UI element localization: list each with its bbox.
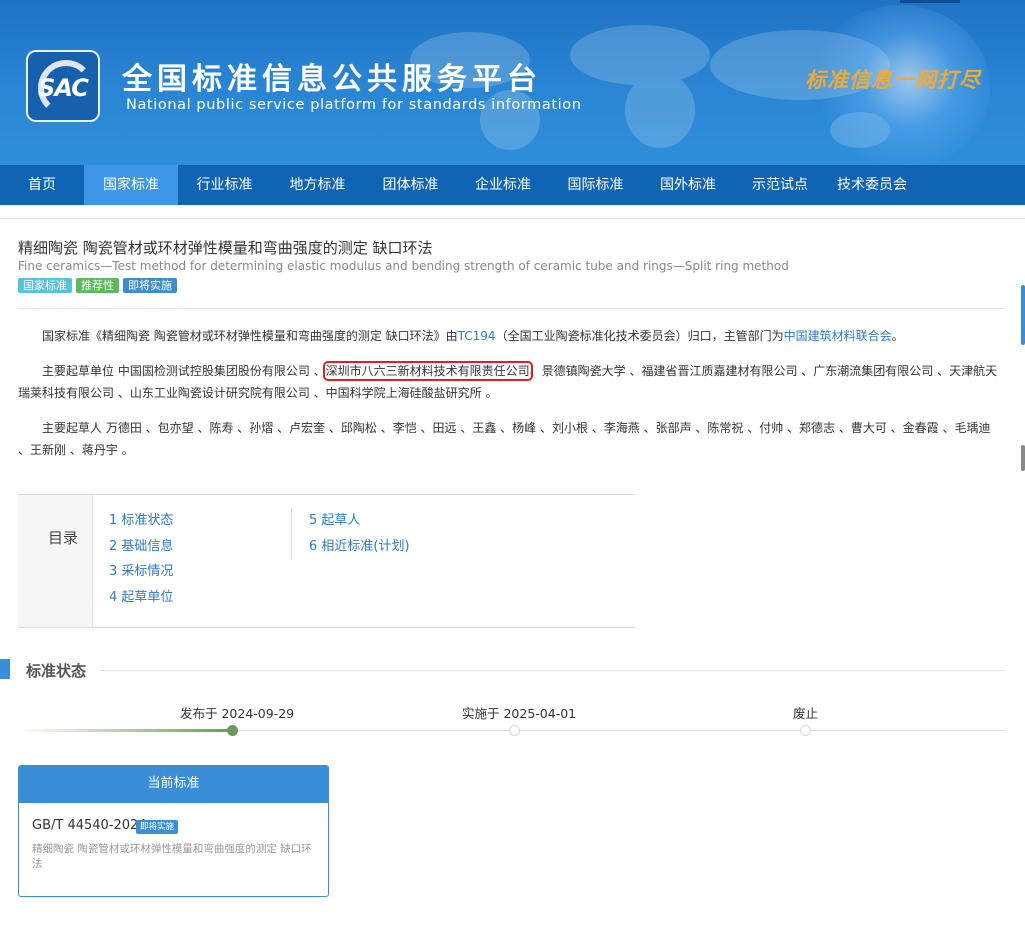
nav-local-standards[interactable]: 地方标准 [271,165,364,205]
nav-demo-pilot[interactable]: 示范试点 [734,165,826,205]
nav-technical-committee[interactable]: 技术委员会 [826,165,918,205]
standard-code[interactable]: GB/T 44540-2024 [32,818,147,833]
status-badge: 即将实施 [136,820,179,834]
site-name-cn: 全国标准信息公共服务平台 [122,62,542,97]
drafting-units-prefix: 主要起草单位 中国国检测试控股集团股份有限公司 、 [42,364,326,378]
sac-logo[interactable]: SAC [26,50,100,122]
tag-national-standard: 国家标准 [18,278,72,293]
section-marker [0,659,10,679]
intro-paragraph-drafting-units: 主要起草单位 中国国检测试控股集团股份有限公司 、深圳市八六三新材料技术有限责任… [18,360,1002,404]
card-header: 当前标准 [19,766,328,803]
toc-item-basic-info[interactable]: 2 基础信息 [109,534,173,560]
committee-link-tc194[interactable]: TC194 [458,329,496,343]
tag-recommended: 推荐性 [76,278,119,293]
timeline-effective-label: 实施于 2025-04-01 [462,706,577,721]
standard-title-cn: 精细陶瓷 陶瓷管材或环材弹性模量和弯曲强度的测定 缺口环法 [18,239,433,257]
standard-tags: 国家标准 推荐性 即将实施 [18,278,177,293]
toc-label: 目录 [48,529,79,547]
site-name-en: National public service platform for sta… [126,97,582,113]
standard-title-en: Fine ceramics—Test method for determinin… [18,259,789,273]
top-accent-bar [900,0,960,3]
table-of-contents: 目录 1 标准状态 2 基础信息 3 采标情况 4 起草单位 5 起草人 6 相… [18,494,635,628]
timeline-dot-effective [509,725,520,736]
toc-column-2: 5 起草人 6 相近标准(计划) [291,508,410,560]
toc-item-drafters[interactable]: 5 起草人 [309,508,410,534]
department-link[interactable]: 中国建筑材料联合会 [784,329,892,343]
site-header: SAC 全国标准信息公共服务平台 National public service… [0,0,1025,165]
section-divider [100,670,1005,671]
slogan: 标准信息一网打尽 [805,67,981,92]
timeline-published-label: 发布于 2024-09-29 [180,706,295,721]
section-title-status: 标准状态 [26,662,87,680]
content-top-border [0,205,1025,219]
timeline-abolished-label: 废止 [793,706,819,721]
intro-paragraph-committee: 国家标准《精细陶瓷 陶瓷管材或环材弹性模量和弯曲强度的测定 缺口环法》由TC19… [18,325,1002,347]
toc-item-related-standards[interactable]: 6 相近标准(计划) [309,534,410,560]
nav-enterprise-standards[interactable]: 企业标准 [457,165,549,205]
committee-text-mid: （全国工业陶瓷标准化技术委员会）归口，主管部门为 [495,329,784,343]
nav-international-standards[interactable]: 国际标准 [549,165,642,205]
toc-item-adoption[interactable]: 3 采标情况 [109,559,173,585]
current-standard-card[interactable]: 当前标准 GB/T 44540-2024 即将实施 精细陶瓷 陶瓷管材或环材弹性… [18,765,329,897]
toc-item-status[interactable]: 1 标准状态 [109,508,173,534]
nav-group-standards[interactable]: 团体标准 [364,165,457,205]
scroll-indicator[interactable] [1021,285,1025,345]
nav-industry-standards[interactable]: 行业标准 [178,165,271,205]
committee-text-suffix: 。 [891,329,904,343]
main-nav: 首页 国家标准 行业标准 地方标准 团体标准 企业标准 国际标准 国外标准 示范… [0,165,1025,205]
side-tab[interactable] [1021,445,1025,471]
toc-column-1: 1 标准状态 2 基础信息 3 采标情况 4 起草单位 [109,508,173,610]
timeline-dot-abolished [800,725,811,736]
intro-paragraph-drafters: 主要起草人 万德田 、包亦望 、陈寿 、孙熠 、卢宏奎 、邱陶松 、李恺 、田远… [18,421,991,457]
toc-label-box: 目录 [18,495,93,627]
toc-item-drafting-units[interactable]: 4 起草单位 [109,585,173,611]
tag-upcoming: 即将实施 [123,278,177,293]
timeline-progress [18,729,233,732]
highlighted-drafting-unit: 深圳市八六三新材料技术有限责任公司 [322,361,533,381]
card-description: 精细陶瓷 陶瓷管材或环材弹性模量和弯曲强度的测定 缺口环法 [32,843,312,870]
divider [18,308,1005,309]
logo-text: SAC [38,74,89,102]
nav-foreign-standards[interactable]: 国外标准 [642,165,734,205]
timeline-dot-published [227,725,238,736]
committee-text-prefix: 国家标准《精细陶瓷 陶瓷管材或环材弹性模量和弯曲强度的测定 缺口环法》由 [42,329,458,343]
nav-national-standards[interactable]: 国家标准 [84,165,178,205]
nav-home[interactable]: 首页 [0,165,84,205]
